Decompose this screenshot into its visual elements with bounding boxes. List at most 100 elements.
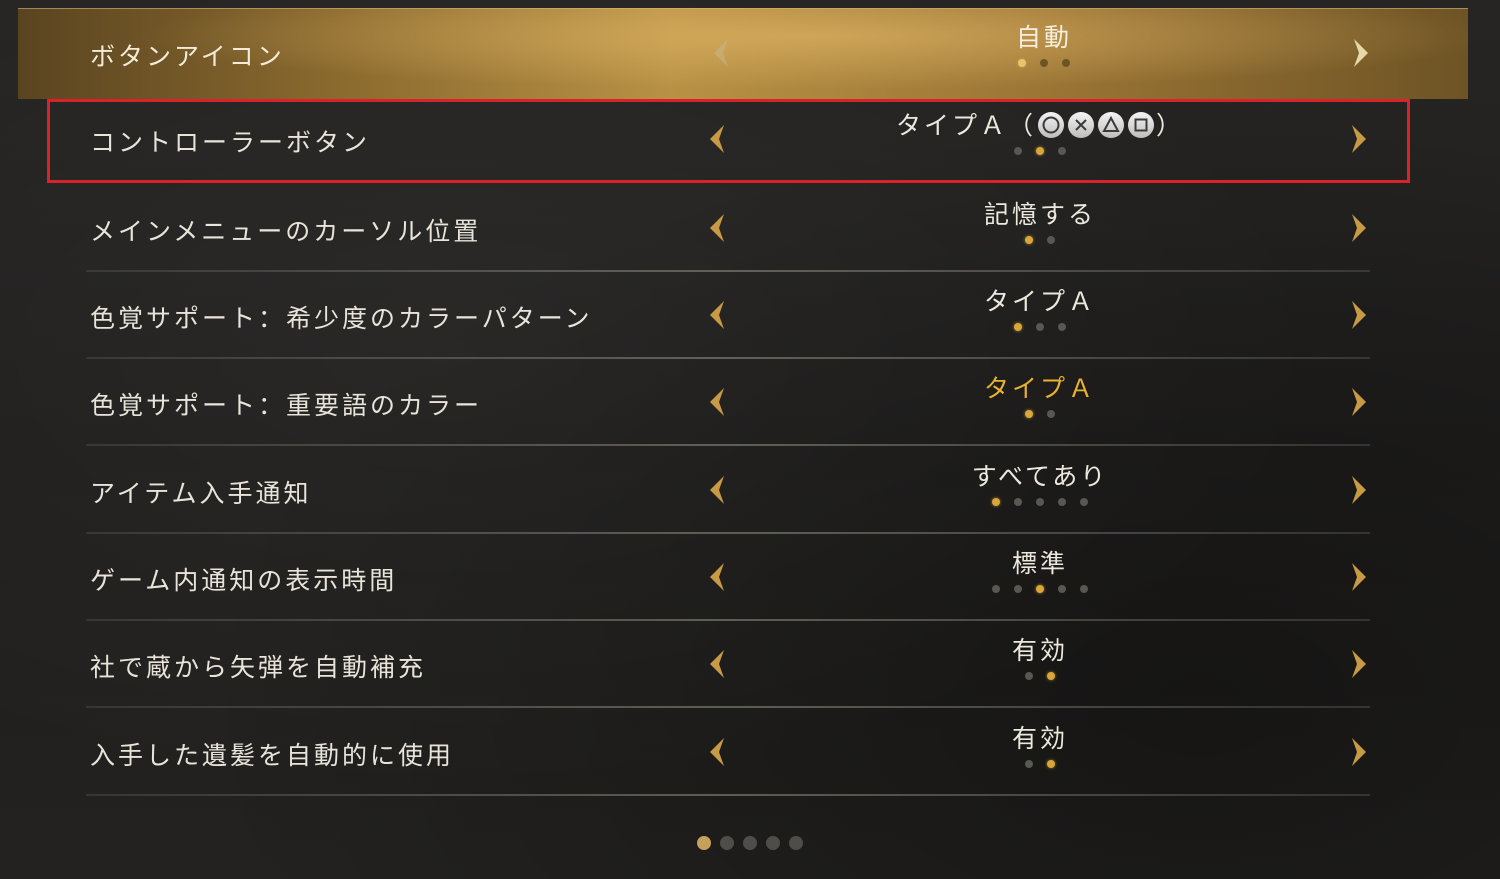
page-dot[interactable] [789, 836, 803, 850]
setting-row-menu-cursor[interactable]: メインメニューのカーソル位置 記憶する [86, 186, 1370, 272]
option-dot [1014, 323, 1022, 331]
option-dots [786, 498, 1294, 510]
option-dot [1058, 498, 1066, 506]
square-button-icon [1128, 111, 1154, 138]
option-dot [1058, 585, 1066, 593]
setting-row-notification-duration[interactable]: ゲーム内通知の表示時間 標準 [86, 535, 1370, 621]
setting-value: タイプＡ [786, 372, 1294, 422]
option-dots [786, 323, 1294, 335]
setting-value-text: 自動 [1015, 23, 1072, 52]
chevron-right-icon[interactable] [1338, 382, 1378, 422]
page-indicator [0, 836, 1500, 850]
page-dot[interactable] [743, 836, 757, 850]
option-dot [1025, 760, 1033, 768]
option-dot [1036, 147, 1044, 155]
chevron-right-icon[interactable] [1338, 644, 1378, 684]
chevron-right-icon[interactable] [1338, 295, 1378, 335]
page-dot[interactable] [720, 836, 734, 850]
chevron-left-icon[interactable] [698, 732, 738, 772]
triangle-button-icon [1098, 111, 1124, 138]
option-dot [1014, 147, 1022, 155]
divider [86, 270, 1370, 272]
option-dot [992, 498, 1000, 506]
page-dot[interactable] [766, 836, 780, 850]
setting-value: 有効 [786, 722, 1294, 772]
setting-label: メインメニューのカーソル位置 [90, 217, 482, 246]
setting-value: 記憶する [786, 198, 1294, 248]
option-dot [1047, 760, 1055, 768]
setting-value: 自動 [790, 21, 1298, 71]
setting-row-item-notification[interactable]: アイテム入手通知 すべてあり [86, 448, 1370, 534]
setting-row-keyword-color[interactable]: 色覚サポート：重要語のカラー タイプＡ [86, 360, 1370, 446]
option-dot [1014, 585, 1022, 593]
option-dot [1062, 59, 1070, 67]
chevron-right-icon[interactable] [1338, 208, 1378, 248]
chevron-left-icon[interactable] [698, 295, 738, 335]
setting-row-controller-button[interactable]: コントローラーボタン タイプＡ（ ） [86, 97, 1370, 183]
value-suffix: ） [1156, 111, 1185, 140]
chevron-left-icon[interactable] [698, 644, 738, 684]
option-dot [1047, 672, 1055, 680]
setting-value: 有効 [786, 634, 1294, 684]
setting-label: 入手した遺髪を自動的に使用 [90, 741, 455, 770]
option-dot [1058, 323, 1066, 331]
setting-value-text: タイプＡ（ ） [786, 109, 1294, 143]
chevron-left-icon[interactable] [698, 382, 738, 422]
setting-value: タイプＡ（ ） [786, 109, 1294, 159]
chevron-left-icon[interactable] [698, 557, 738, 597]
setting-row-auto-refill-ammo[interactable]: 社で蔵から矢弾を自動補充 有効 [86, 622, 1370, 708]
divider [86, 794, 1370, 796]
option-dot [1036, 323, 1044, 331]
option-dots [786, 236, 1294, 248]
setting-value-text: 有効 [1011, 636, 1068, 665]
chevron-left-icon[interactable] [698, 119, 738, 159]
setting-label: 社で蔵から矢弾を自動補充 [90, 653, 427, 682]
option-dots [786, 147, 1294, 159]
option-dot [1040, 59, 1048, 67]
setting-label: 色覚サポート：重要語のカラー [90, 391, 483, 420]
setting-label: ボタンアイコン [90, 42, 285, 71]
setting-label: コントローラーボタン [90, 128, 371, 157]
setting-row-rarity-color[interactable]: 色覚サポート：希少度のカラーパターン タイプＡ [86, 273, 1370, 359]
setting-value-text: すべてあり [971, 462, 1109, 491]
option-dots [790, 59, 1298, 71]
chevron-right-icon[interactable] [1338, 732, 1378, 772]
option-dot [1036, 498, 1044, 506]
option-dot [1025, 672, 1033, 680]
setting-value-text: タイプＡ [983, 287, 1096, 316]
value-prefix: タイプＡ（ [895, 111, 1036, 140]
chevron-left-icon[interactable] [698, 470, 738, 510]
option-dot [1025, 410, 1033, 418]
option-dots [786, 585, 1294, 597]
chevron-right-icon[interactable] [1338, 470, 1378, 510]
divider [86, 706, 1370, 708]
page-dot[interactable] [697, 836, 711, 850]
divider [86, 357, 1370, 359]
settings-list: ボタンアイコン 自動 コントローラーボタン タイプＡ（ ） メインメニューのカーソ… [0, 0, 1500, 879]
option-dot [1036, 585, 1044, 593]
setting-label: アイテム入手通知 [90, 479, 312, 508]
setting-value: すべてあり [786, 460, 1294, 510]
option-dot [1080, 585, 1088, 593]
chevron-right-icon[interactable] [1338, 119, 1378, 159]
option-dot [1014, 498, 1022, 506]
setting-row-auto-use-hair[interactable]: 入手した遺髪を自動的に使用 有効 [86, 710, 1370, 796]
setting-value: 標準 [786, 547, 1294, 597]
setting-row-button-icon[interactable]: ボタンアイコン 自動 [18, 8, 1468, 99]
option-dot [1058, 147, 1066, 155]
setting-value-text: 有効 [1011, 724, 1068, 753]
divider [86, 532, 1370, 534]
option-dots [786, 760, 1294, 772]
setting-label: ゲーム内通知の表示時間 [90, 566, 398, 595]
divider [86, 444, 1370, 446]
chevron-right-icon[interactable] [1340, 33, 1380, 73]
setting-value: タイプＡ [786, 285, 1294, 335]
cross-button-icon [1068, 111, 1094, 138]
chevron-right-icon[interactable] [1338, 557, 1378, 597]
chevron-left-icon[interactable] [702, 33, 742, 73]
setting-value-text: 記憶する [983, 200, 1096, 229]
setting-value-text: 標準 [1011, 549, 1068, 578]
option-dot [1080, 498, 1088, 506]
chevron-left-icon[interactable] [698, 208, 738, 248]
option-dot [992, 585, 1000, 593]
